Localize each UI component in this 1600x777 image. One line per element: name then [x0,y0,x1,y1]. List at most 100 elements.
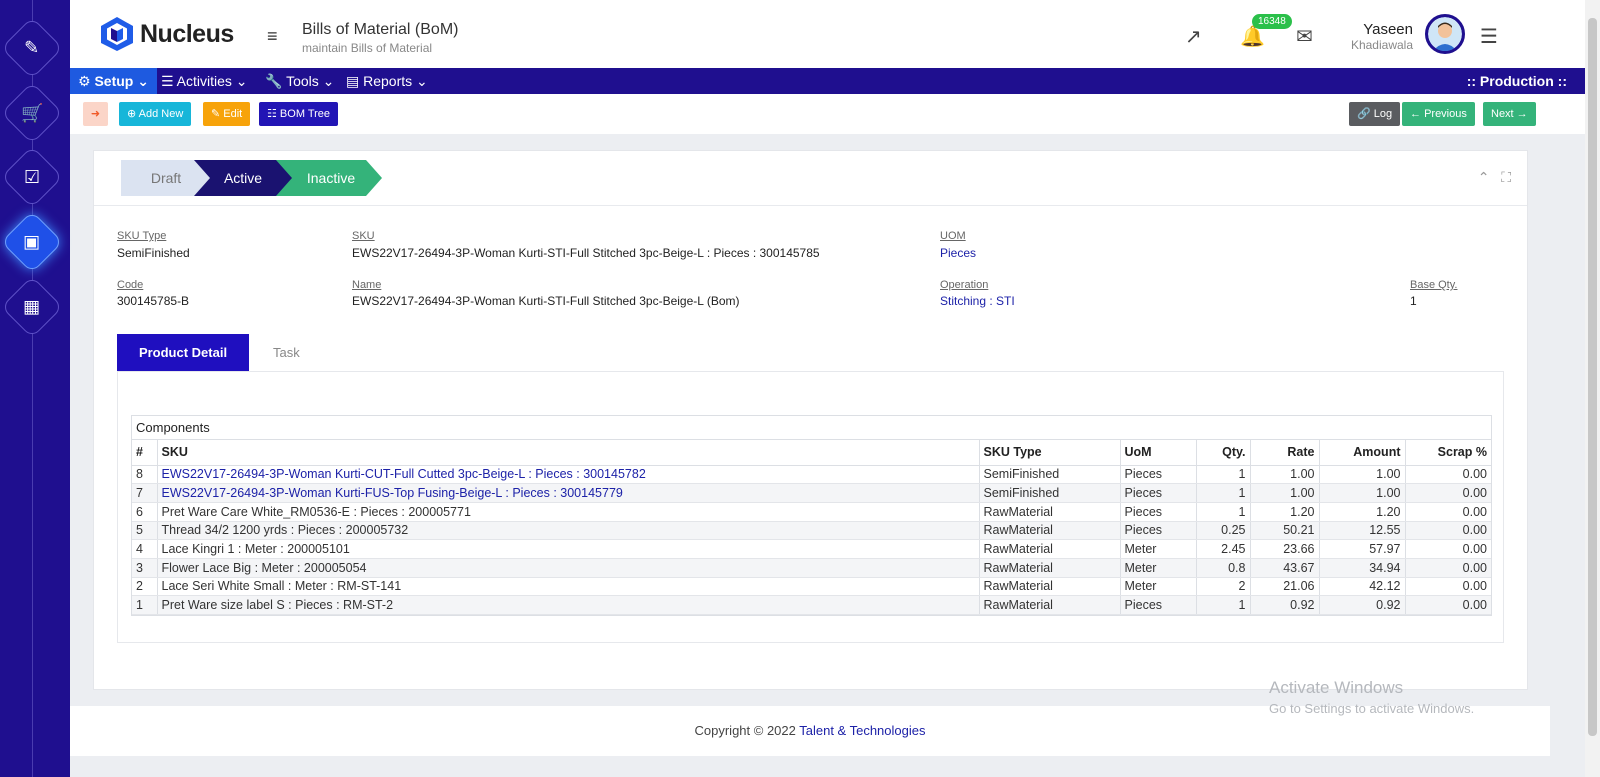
sku-type-value: SemiFinished [117,246,190,260]
row-amount: 57.97 [1319,539,1406,559]
table-row[interactable]: 4 Lace Kingri 1 : Meter : 200005101 RawM… [132,539,1491,559]
top-header: Nucleus ≡ Bills of Material (BoM) mainta… [70,0,1585,68]
nav-activities-label: Activities [176,73,232,89]
row-sku-type: RawMaterial [979,577,1121,597]
table-row[interactable]: 1 Pret Ware size label S : Pieces : RM-S… [132,595,1491,615]
table-row[interactable]: 7 EWS22V17-26494-3P-Woman Kurti-FUS-Top … [132,483,1491,503]
row-amount: 1.00 [1319,483,1406,503]
row-index: 5 [132,521,158,541]
copyright-text: Copyright © 2022 [694,723,800,738]
nucleus-logo-icon [101,17,133,51]
edit-button[interactable]: ✎ Edit [203,102,251,126]
row-qty: 1 [1196,595,1251,615]
fullscreen-icon[interactable]: ⛶ [1501,169,1511,185]
rail-production-button[interactable]: ▣ [0,210,64,274]
page-title: Bills of Material (BoM) [302,21,459,38]
brand-name: Nucleus [140,19,234,48]
uom-value[interactable]: Pieces [940,246,976,260]
nav-setup[interactable]: ⚙ Setup ⌄ [70,68,157,94]
sku-value: EWS22V17-26494-3P-Woman Kurti-STI-Full S… [352,246,820,260]
col-scrap: Scrap % [1405,440,1491,466]
tab-product-detail[interactable]: Product Detail [117,334,249,371]
col-amount: Amount [1319,440,1406,466]
base-qty-value: 1 [1410,294,1417,308]
bom-tree-button[interactable]: ☷ BOM Tree [259,102,339,126]
table-row[interactable]: 3 Flower Lace Big : Meter : 200005054 Ra… [132,558,1491,578]
vertical-scrollbar[interactable] [1585,0,1600,777]
operation-value[interactable]: Stitching : STI [940,294,1015,308]
previous-button[interactable]: ← Previous [1402,102,1475,126]
row-sku-link[interactable]: EWS22V17-26494-3P-Woman Kurti-CUT-Full C… [157,465,980,485]
page-subtitle: maintain Bills of Material [302,41,433,55]
bom-card: Draft Active Inactive ⌃ ⛶ SKU Type SemiF… [93,150,1528,690]
edit-label: Edit [223,108,243,120]
table-row[interactable]: 8 EWS22V17-26494-3P-Woman Kurti-CUT-Full… [132,465,1491,485]
nav-reports[interactable]: ▤ Reports ⌄ [338,68,436,94]
row-index: 3 [132,558,158,578]
col-sku-type: SKU Type [979,440,1121,466]
row-amount: 42.12 [1319,577,1406,597]
table-row[interactable]: 6 Pret Ware Care White_RM0536-E : Pieces… [132,502,1491,522]
company-link[interactable]: Talent & Technologies [799,723,925,738]
nav-activities[interactable]: ☰ Activities ⌄ [153,68,256,94]
rail-sales-button[interactable]: ☑ [0,145,64,209]
row-index: 6 [132,502,158,522]
row-sku: Flower Lace Big : Meter : 200005054 [157,558,980,578]
rail-documents-button[interactable]: ✎ [0,16,64,80]
row-index: 8 [132,465,158,485]
add-new-button[interactable]: ⊕ Add New [119,102,192,126]
step-inactive[interactable]: Inactive [281,160,381,196]
nav-tools[interactable]: 🔧 Tools ⌄ [257,68,342,94]
options-menu-icon[interactable]: ☰ [1480,24,1498,49]
step-active[interactable]: Active [198,160,288,196]
log-button[interactable]: 🔗 Log [1349,102,1401,126]
row-qty: 1 [1196,465,1251,485]
row-scrap: 0.00 [1405,483,1491,503]
scrollbar-thumb[interactable] [1588,18,1597,736]
row-uom: Pieces [1120,483,1197,503]
row-scrap: 0.00 [1405,521,1491,541]
row-scrap: 0.00 [1405,558,1491,578]
row-amount: 1.20 [1319,502,1406,522]
row-sku-link[interactable]: EWS22V17-26494-3P-Woman Kurti-FUS-Top Fu… [157,483,980,503]
user-name[interactable]: Yaseen [1363,21,1413,38]
mail-icon[interactable]: ✉ [1296,24,1313,49]
avatar[interactable] [1425,14,1465,54]
row-qty: 0.25 [1196,521,1251,541]
collapse-card-icon[interactable]: ⌃ [1478,169,1490,185]
row-index: 7 [132,483,158,503]
next-label: Next [1491,108,1514,120]
tab-task-detail[interactable]: Task Detail [249,334,330,397]
row-rate: 1.00 [1250,483,1320,503]
rail-apps-button[interactable]: ▦ [0,275,64,339]
row-rate: 43.67 [1250,558,1320,578]
row-sku-type: RawMaterial [979,539,1121,559]
menu-toggle-icon[interactable]: ≡ [267,26,278,47]
rail-purchase-button[interactable]: 🛒 [0,81,64,145]
back-button[interactable]: ➜ [83,102,108,126]
collapse-icon[interactable]: ↗ [1185,24,1202,49]
components-table: Components # SKU SKU Type UoM Qty. Rate … [131,415,1492,616]
row-scrap: 0.00 [1405,465,1491,485]
row-scrap: 0.00 [1405,539,1491,559]
row-uom: Meter [1120,577,1197,597]
user-subtitle: Khadiawala [1350,38,1413,52]
next-button[interactable]: Next → [1483,102,1536,126]
row-index: 2 [132,577,158,597]
row-sku: Lace Kingri 1 : Meter : 200005101 [157,539,980,559]
name-value: EWS22V17-26494-3P-Woman Kurti-STI-Full S… [352,294,740,308]
sku-label: SKU [352,230,375,242]
table-row[interactable]: 2 Lace Seri White Small : Meter : RM-ST-… [132,577,1491,597]
row-amount: 12.55 [1319,521,1406,541]
col-uom: UoM [1120,440,1197,466]
document-edit-icon: ✎ [24,38,40,58]
table-row[interactable]: 5 Thread 34/2 1200 yrds : Pieces : 20000… [132,521,1491,541]
row-rate: 1.00 [1250,465,1320,485]
row-amount: 34.94 [1319,558,1406,578]
sku-type-label: SKU Type [117,230,167,242]
previous-label: Previous [1424,108,1467,120]
brand-logo[interactable]: Nucleus [100,16,234,52]
bom-tree-label: BOM Tree [279,108,331,120]
row-qty: 1 [1196,483,1251,503]
operation-label: Operation [940,279,989,291]
